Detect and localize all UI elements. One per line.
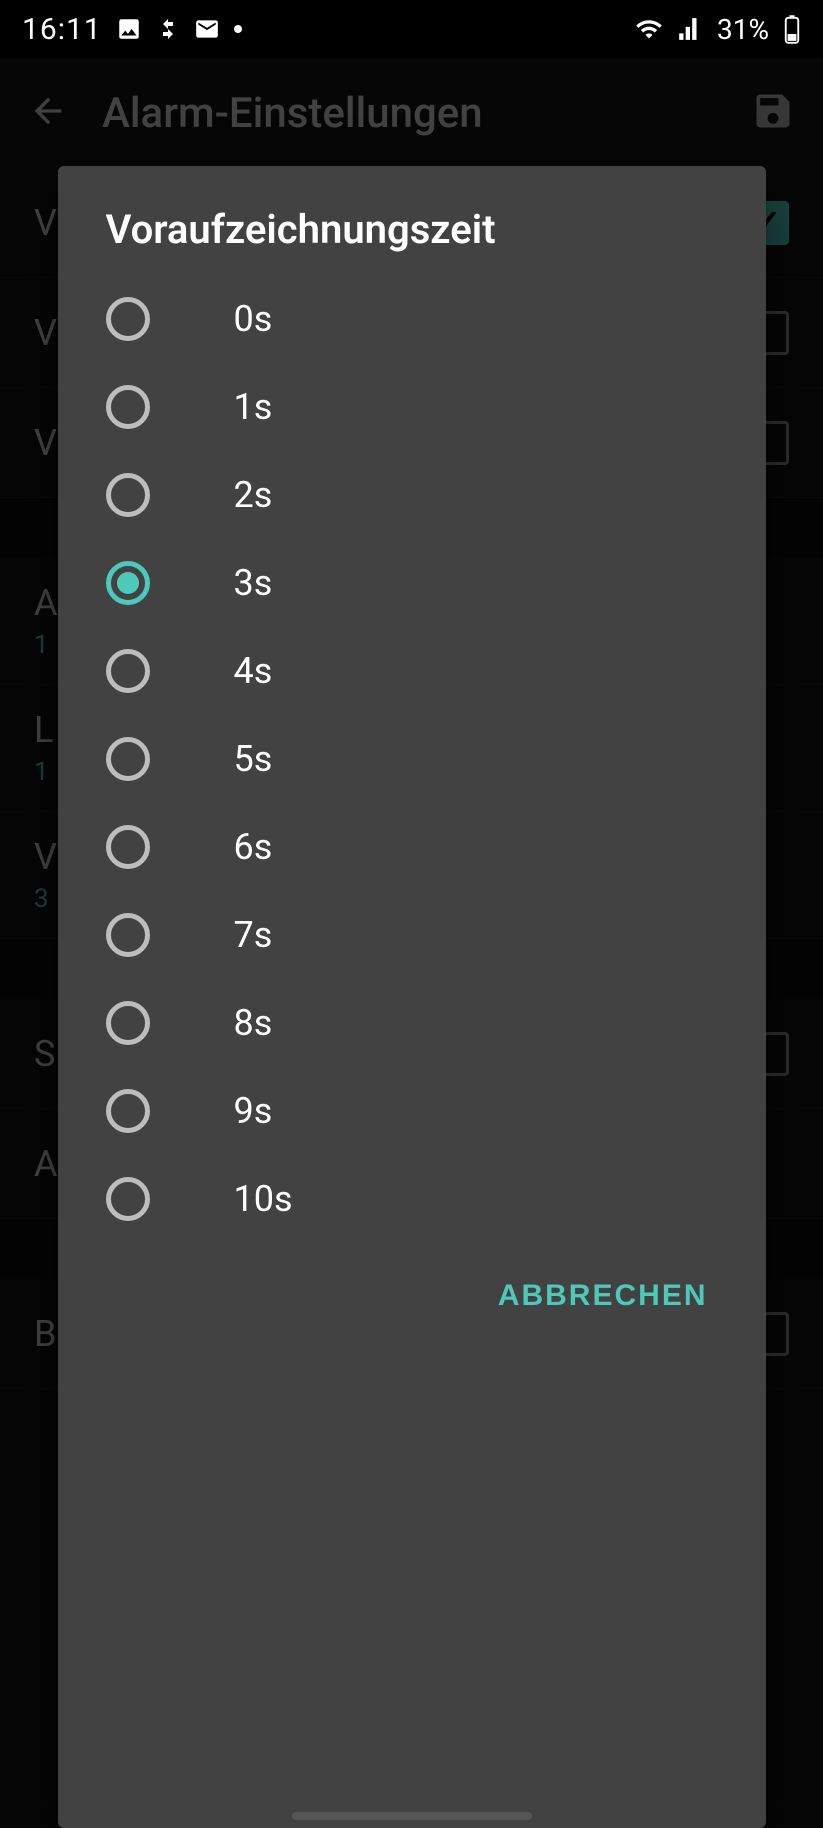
setting-label: V3 (34, 836, 57, 914)
radio-option[interactable]: 9s (58, 1067, 766, 1155)
radio-icon[interactable] (106, 825, 150, 869)
battery-icon (783, 14, 801, 44)
dialog-actions: ABBRECHEN (58, 1243, 766, 1349)
option-label: 6s (234, 826, 273, 868)
option-label: 2s (234, 474, 273, 516)
page-title: Alarm-Einstellungen (102, 89, 717, 138)
setting-label: L1 (34, 709, 53, 787)
option-label: 3s (234, 562, 273, 604)
radio-icon[interactable] (106, 473, 150, 517)
battery-percent: 31% (717, 13, 769, 46)
option-label: 9s (234, 1090, 273, 1132)
back-icon[interactable] (28, 91, 68, 135)
radio-icon[interactable] (106, 297, 150, 341)
option-label: 8s (234, 1002, 273, 1044)
app-bar: Alarm-Einstellungen (0, 58, 823, 168)
radio-option[interactable]: 6s (58, 803, 766, 891)
status-left: 16:11 (22, 12, 242, 47)
radio-icon[interactable] (106, 1001, 150, 1045)
clock: 16:11 (22, 12, 102, 47)
cancel-button[interactable]: ABBRECHEN (480, 1265, 726, 1327)
radio-option[interactable]: 3s (58, 539, 766, 627)
prerecord-time-dialog: Voraufzeichnungszeit 0s 1s 2s 3s 4s 5s 6s 7s 8s 9… (58, 166, 766, 1828)
dialog-title: Voraufzeichnungszeit (58, 206, 766, 275)
radio-option[interactable]: 10s (58, 1155, 766, 1243)
radio-option[interactable]: 8s (58, 979, 766, 1067)
setting-label: S (34, 1033, 55, 1075)
signal-icon (677, 16, 703, 42)
status-bar: 16:11 31% (0, 0, 823, 58)
sync-icon (156, 17, 180, 41)
status-right: 31% (635, 13, 801, 46)
option-label: 4s (234, 650, 273, 692)
radio-option[interactable]: 4s (58, 627, 766, 715)
radio-icon[interactable] (106, 1089, 150, 1133)
wifi-icon (635, 15, 663, 43)
setting-label: V (34, 422, 57, 464)
setting-label: V (34, 202, 57, 244)
save-icon[interactable] (751, 89, 795, 137)
radio-icon[interactable] (106, 561, 150, 605)
dot-icon (234, 25, 242, 33)
option-label: 7s (234, 914, 273, 956)
radio-option[interactable]: 7s (58, 891, 766, 979)
option-label: 1s (234, 386, 273, 428)
image-icon (116, 16, 142, 42)
option-label: 5s (234, 738, 273, 780)
radio-icon[interactable] (106, 649, 150, 693)
nav-handle[interactable] (292, 1812, 532, 1820)
radio-icon[interactable] (106, 913, 150, 957)
radio-icon[interactable] (106, 385, 150, 429)
mail-icon (194, 16, 220, 42)
dialog-scrim[interactable]: Voraufzeichnungszeit 0s 1s 2s 3s 4s 5s 6s 7s 8s 9… (0, 58, 823, 1828)
radio-option[interactable]: 2s (58, 451, 766, 539)
setting-label: V (34, 312, 57, 354)
option-label: 10s (234, 1178, 293, 1220)
radio-icon[interactable] (106, 1177, 150, 1221)
radio-option[interactable]: 5s (58, 715, 766, 803)
setting-label: A (34, 1143, 57, 1185)
radio-option[interactable]: 1s (58, 363, 766, 451)
radio-icon[interactable] (106, 737, 150, 781)
option-label: 0s (234, 298, 273, 340)
radio-option[interactable]: 0s (58, 275, 766, 363)
setting-label: A1 (34, 582, 57, 660)
